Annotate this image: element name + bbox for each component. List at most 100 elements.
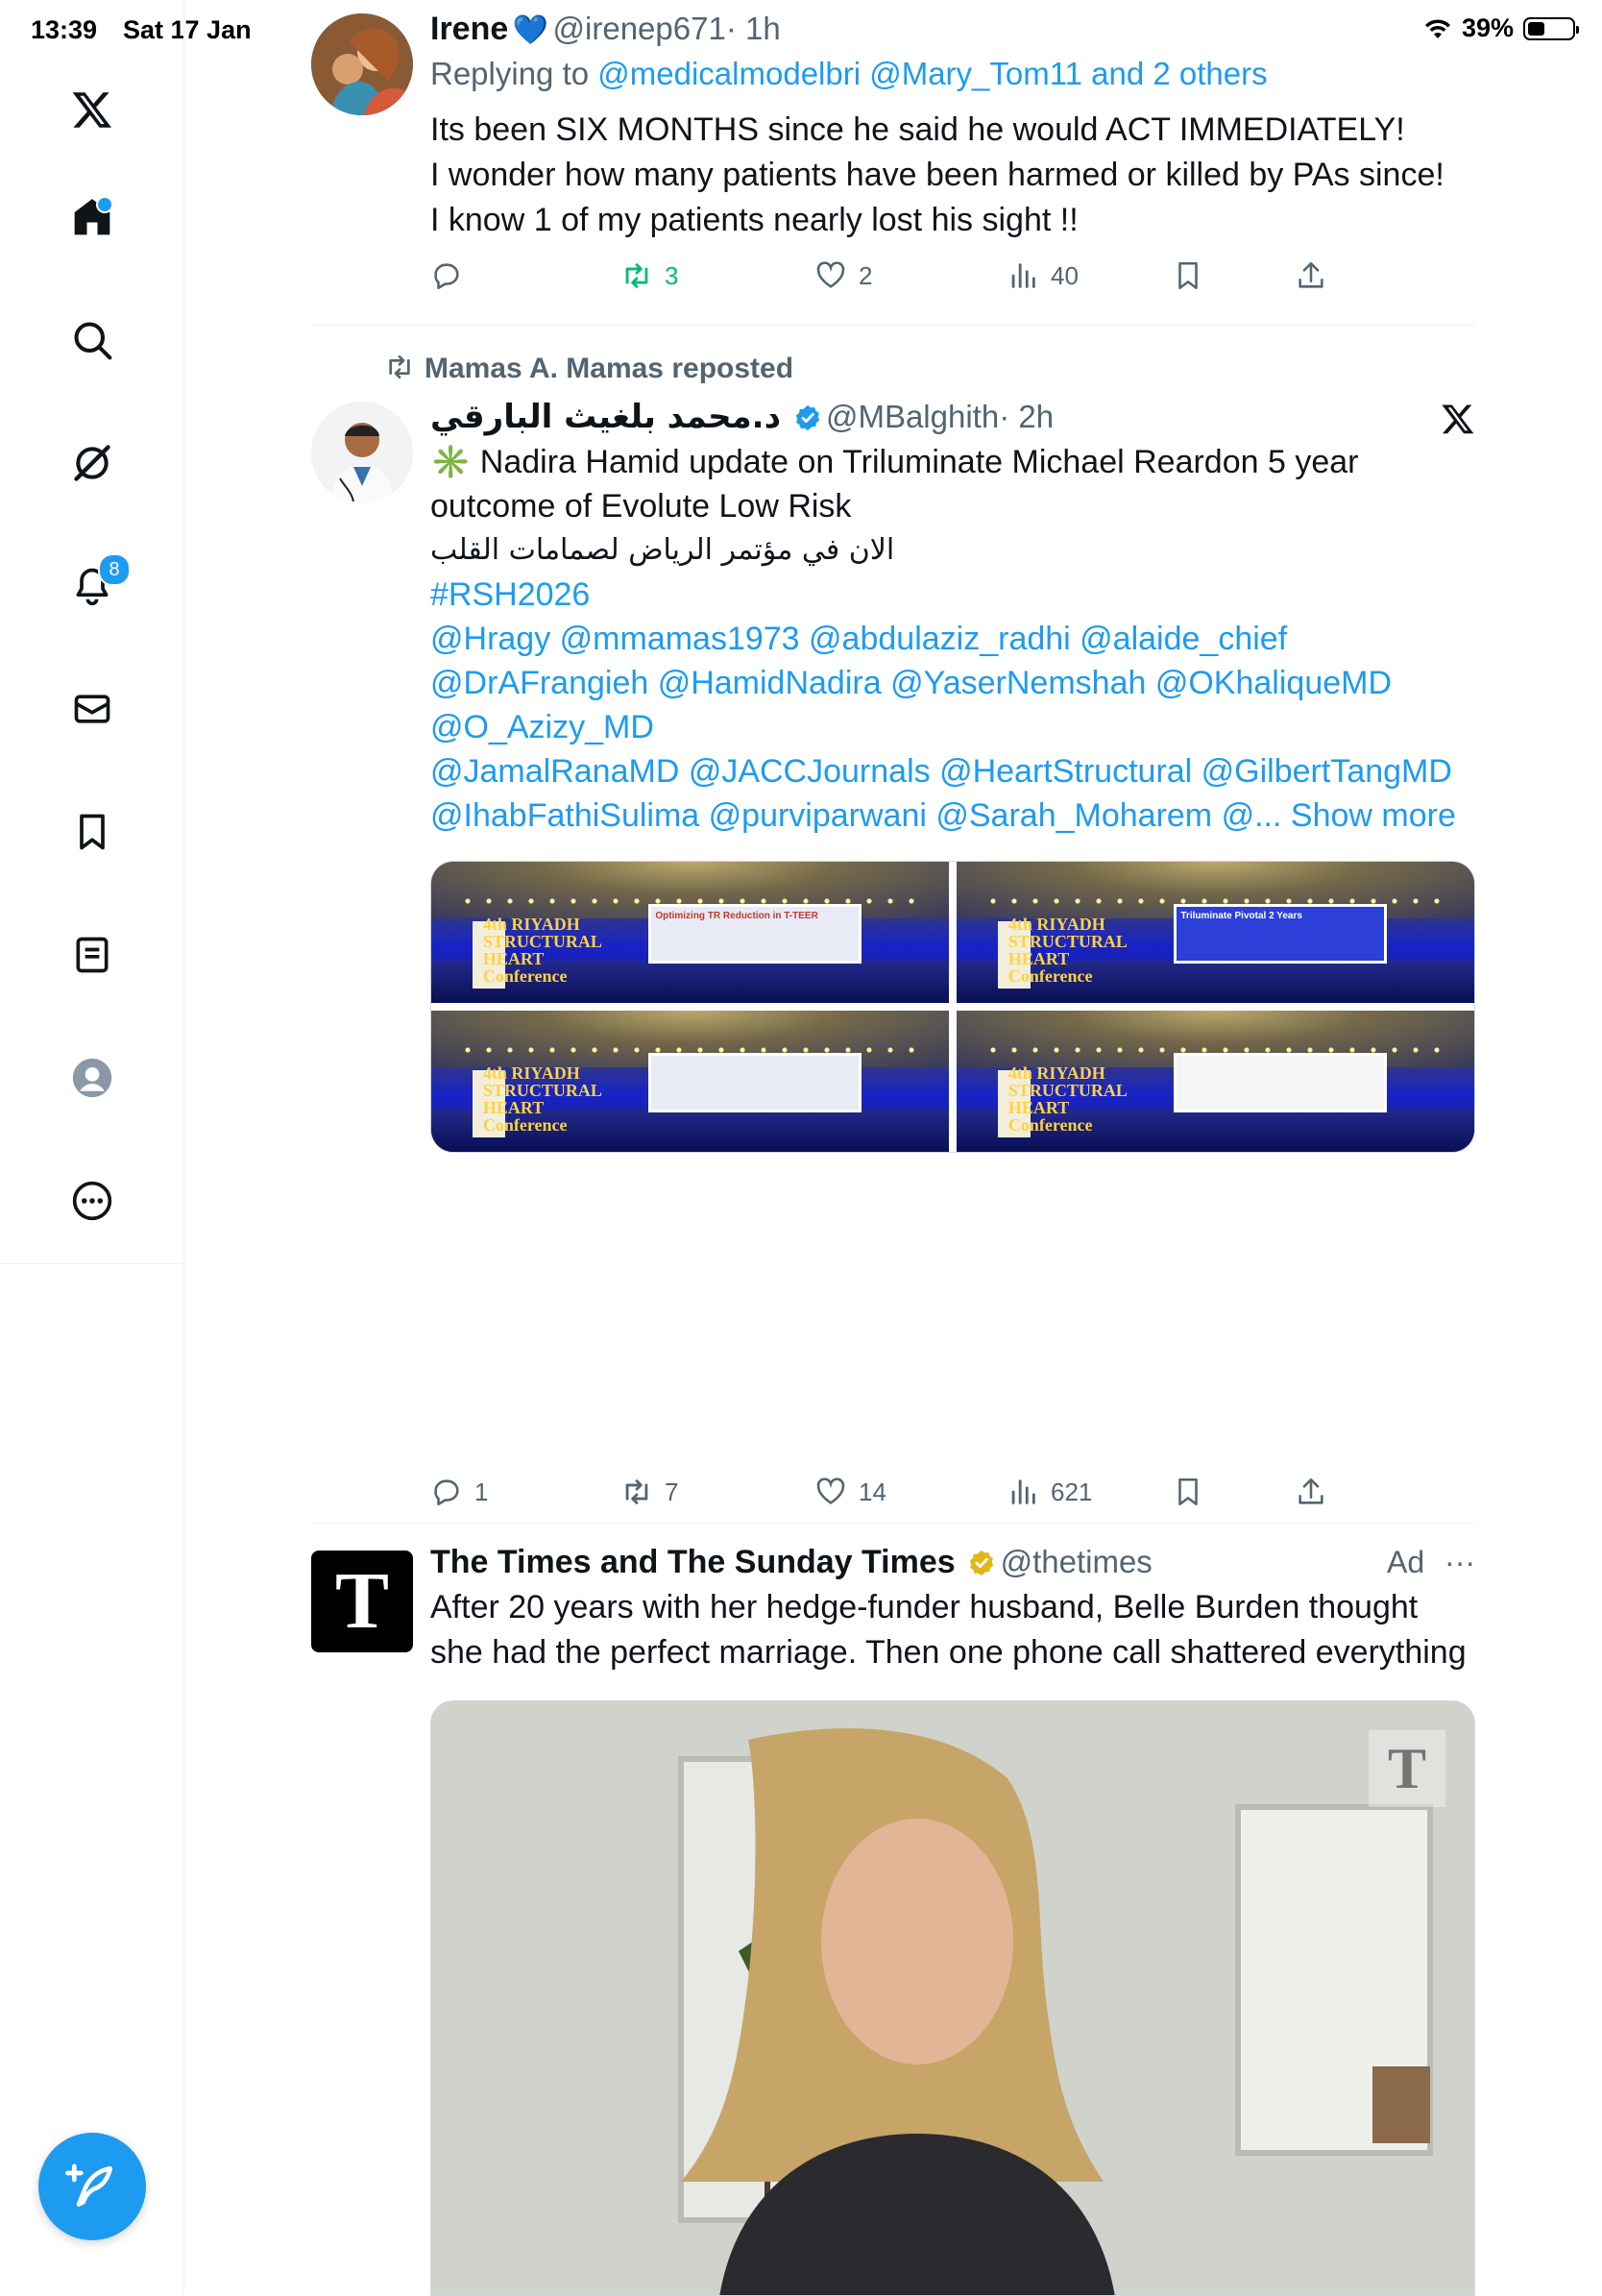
mentions-line[interactable]: @IhabFathiSulima @purviparwani @Sarah_Mo… xyxy=(430,797,1281,834)
media-photo[interactable]: 4th RIYADH STRUCTURAL HEART Conference O… xyxy=(431,862,949,1003)
avatar-photo xyxy=(311,402,413,503)
timestamp[interactable]: · 2h xyxy=(999,399,1054,434)
ad-image[interactable]: T xyxy=(430,1700,1475,2296)
display-name[interactable]: The Times and The Sunday Times xyxy=(430,1544,956,1580)
repost-count: 7 xyxy=(665,1477,679,1506)
search-icon[interactable] xyxy=(65,313,119,367)
x-logo-icon xyxy=(1442,404,1474,434)
notifications-badge: 8 xyxy=(98,553,131,586)
notifications-icon[interactable]: 8 xyxy=(65,553,131,613)
ad-menu: Ad ··· xyxy=(1387,1537,1475,1587)
repost-button[interactable]: 7 xyxy=(620,1476,678,1508)
tweet-line: Its been SIX MONTHS since he said he wou… xyxy=(430,111,1405,148)
share-icon xyxy=(1299,1478,1323,1504)
tweet-line: outcome of Evolute Low Risk xyxy=(430,488,852,525)
reply-button[interactable]: 1 xyxy=(430,1476,488,1508)
more-options-button[interactable]: ··· xyxy=(1444,1545,1475,1579)
avatar[interactable]: T xyxy=(311,1551,413,1652)
tweet-actions: 1 7 14 621 xyxy=(430,1476,1391,1518)
timestamp[interactable]: · 1h xyxy=(726,11,781,46)
tweet-header: Irene 💙 @irenep671· 1h xyxy=(430,8,1475,50)
media-photo[interactable]: 4th RIYADH STRUCTURAL HEART Conference T… xyxy=(957,862,1474,1003)
verified-gold-badge-icon xyxy=(969,1550,994,1576)
times-watermark: T xyxy=(1369,1730,1445,1807)
view-count: 40 xyxy=(1051,260,1079,290)
like-button[interactable]: 2 xyxy=(814,259,872,292)
repost-icon xyxy=(625,1479,648,1504)
conference-logo-text: 4th RIYADH STRUCTURAL HEART Conference xyxy=(482,914,601,986)
views-button[interactable]: 621 xyxy=(1007,1476,1092,1508)
tweet-ad-thetimes[interactable]: T The Times and The Sunday Times @thetim… xyxy=(311,1537,1475,2296)
tweet-header: د.محمد بلغيث البارقي @MBalghith· 2h xyxy=(430,392,1475,442)
slide-title: Triluminate Pivotal 2 Years xyxy=(1180,911,1302,922)
bookmark-button[interactable] xyxy=(1172,1476,1204,1508)
show-more-link[interactable]: Show more xyxy=(1291,797,1456,834)
presentation-screen: Triluminate Pivotal 2 Years xyxy=(1174,904,1387,964)
ad-label: Ad xyxy=(1387,1545,1425,1579)
reply-icon xyxy=(434,263,459,290)
presentation-screen xyxy=(648,1053,862,1112)
avatar-photo xyxy=(311,13,413,115)
media-photo[interactable]: 4th RIYADH STRUCTURAL HEART Conference xyxy=(957,1011,1474,1152)
like-count: 2 xyxy=(859,260,873,290)
slide-title: Optimizing TR Reduction in T-TEER xyxy=(655,911,818,922)
tweet-header: The Times and The Sunday Times @thetimes… xyxy=(430,1537,1475,1587)
handle[interactable]: @irenep671 xyxy=(553,11,726,46)
sidebar: 8 xyxy=(0,0,184,2294)
reply-button[interactable] xyxy=(430,259,474,292)
handle[interactable]: @MBalghith xyxy=(826,399,999,434)
share-button[interactable] xyxy=(1295,1476,1327,1508)
lists-icon[interactable] xyxy=(65,928,119,982)
heart-icon xyxy=(816,261,845,288)
display-name[interactable]: د.محمد بلغيث البارقي xyxy=(430,398,781,436)
home-icon[interactable] xyxy=(65,190,119,244)
reply-icon xyxy=(434,1479,459,1506)
bookmarks-icon[interactable] xyxy=(65,805,119,859)
mentions-last-line: @IhabFathiSulima @purviparwani @Sarah_Mo… xyxy=(430,794,1475,838)
profile-icon[interactable] xyxy=(65,1051,119,1105)
display-name[interactable]: Irene xyxy=(430,11,508,47)
repost-header: Mamas A. Mamas reposted xyxy=(384,350,793,388)
share-button[interactable] xyxy=(1295,259,1327,292)
mentions-line[interactable]: @Hragy @mmamas1973 @abdulaziz_radhi @ala… xyxy=(430,617,1475,661)
reply-to-users[interactable]: @medicalmodelbri @Mary_Tom11 and 2 other… xyxy=(597,56,1267,91)
media-photo[interactable]: 4th RIYADH STRUCTURAL HEART Conference xyxy=(431,1011,949,1152)
bookmark-icon xyxy=(1178,1478,1198,1506)
views-icon xyxy=(1011,1479,1035,1504)
times-logo: T xyxy=(334,1556,390,1646)
presentation-screen: Optimizing TR Reduction in T-TEER xyxy=(648,904,862,964)
media-grid: 4th RIYADH STRUCTURAL HEART Conference O… xyxy=(430,861,1475,1153)
hashtag[interactable]: #RSH2026 xyxy=(430,573,1475,617)
tweet-content: د.محمد بلغيث البارقي @MBalghith· 2h ✳️ N… xyxy=(430,392,1475,838)
avatar[interactable] xyxy=(311,402,413,503)
conference-logo-text: 4th RIYADH STRUCTURAL HEART Conference xyxy=(482,1063,601,1135)
mentions-line[interactable]: @JamalRanaMD @JACCJournals @HeartStructu… xyxy=(430,749,1475,794)
tweet-line: After 20 years with her hedge-funder hus… xyxy=(430,1589,1419,1625)
more-icon[interactable] xyxy=(65,1174,119,1228)
tweet-irene[interactable]: Irene 💙 @irenep671· 1h Replying to @medi… xyxy=(311,8,1475,325)
tweet-line: she had the perfect marriage. Then one p… xyxy=(430,1634,1467,1671)
handle[interactable]: @thetimes xyxy=(1001,1544,1153,1579)
views-icon xyxy=(1011,263,1035,288)
mentions-line[interactable]: @O_Azizy_MD xyxy=(430,705,1475,749)
views-button[interactable]: 40 xyxy=(1007,259,1079,292)
share-icon xyxy=(1299,261,1323,288)
tweet-content: The Times and The Sunday Times @thetimes… xyxy=(430,1537,1475,1675)
mentions-line[interactable]: @DrAFrangieh @HamidNadira @YaserNemshah … xyxy=(430,661,1475,705)
messages-icon[interactable] xyxy=(65,682,119,736)
name-emoji: 💙 xyxy=(512,14,549,46)
like-button[interactable]: 14 xyxy=(814,1476,886,1508)
compose-button[interactable] xyxy=(38,2133,146,2240)
repost-button[interactable]: 3 xyxy=(620,259,678,292)
tweet-mbalghith[interactable]: Mamas A. Mamas reposted د.محمد بلغيث الب… xyxy=(311,346,1475,1518)
conference-logo-text: 4th RIYADH STRUCTURAL HEART Conference xyxy=(1007,914,1127,986)
repost-icon xyxy=(625,263,648,288)
tweet-separator xyxy=(311,325,1475,326)
bookmark-button[interactable] xyxy=(1172,259,1204,292)
repost-label[interactable]: Mamas A. Mamas reposted xyxy=(425,353,793,384)
x-logo-icon[interactable] xyxy=(65,83,119,136)
replying-to: Replying to @medicalmodelbri @Mary_Tom11… xyxy=(430,56,1475,92)
battery-icon xyxy=(1523,16,1579,40)
avatar[interactable] xyxy=(311,13,413,115)
grok-icon[interactable] xyxy=(65,436,119,490)
